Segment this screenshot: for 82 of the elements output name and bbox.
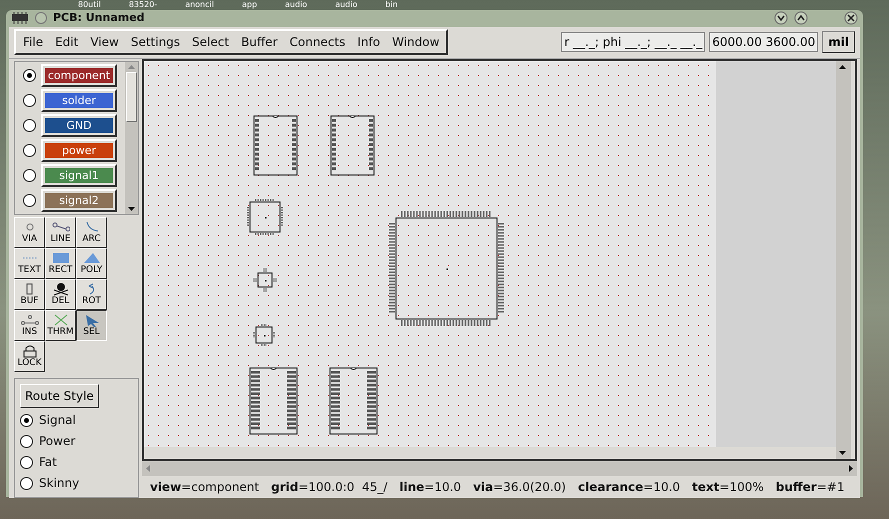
dip-footprint <box>254 115 298 175</box>
desktop-icon-label[interactable]: anoncil <box>185 0 214 9</box>
del-tool-icon <box>52 282 70 296</box>
route-style-option[interactable]: Skinny <box>39 474 80 492</box>
desktop-icon-label[interactable]: 80util <box>78 0 101 9</box>
radio-button[interactable] <box>23 118 36 132</box>
radio-button[interactable] <box>23 68 36 82</box>
status-field: line=10.0 <box>399 478 462 496</box>
desktop-icon-label[interactable]: 83520- <box>128 0 158 9</box>
qfp-footprint <box>247 198 283 234</box>
menu-item[interactable]: Window <box>387 33 444 51</box>
status-field: grid=100.0:0 45_/ <box>271 478 388 496</box>
layer-label[interactable]: GND <box>45 118 113 132</box>
tool-button[interactable]: BUF <box>14 278 45 310</box>
radio-button[interactable] <box>23 194 36 206</box>
menu-item[interactable]: File <box>18 33 48 51</box>
pcb-app-icon <box>11 12 29 24</box>
layer-label[interactable]: solder <box>45 92 113 108</box>
dip-footprint <box>330 115 374 175</box>
route-style-option[interactable]: Power <box>39 432 76 450</box>
units-button[interactable]: mil <box>822 31 855 53</box>
tool-button[interactable]: DEL <box>45 278 76 310</box>
route-style-option[interactable]: Signal <box>39 411 76 429</box>
cursor-coordinates-display: 6000.00 3600.00 <box>709 32 818 52</box>
status-field: via=36.0(20.0) <box>473 478 566 496</box>
radio-button[interactable] <box>23 144 36 156</box>
menu-item[interactable]: View <box>85 33 124 51</box>
dip-footprint <box>250 367 298 434</box>
radio-button[interactable] <box>20 456 33 468</box>
tool-button[interactable]: VIA <box>14 216 45 248</box>
line-tool-icon <box>52 220 70 234</box>
menu-item[interactable]: Edit <box>50 33 84 51</box>
tool-button[interactable]: THRM <box>45 310 76 340</box>
horizontal-scrollbar[interactable] <box>142 460 857 476</box>
ins-tool-icon <box>20 314 38 326</box>
rect-tool-icon <box>52 252 70 264</box>
route-style-button[interactable]: Route Style <box>20 384 99 408</box>
vertical-scrollbar[interactable] <box>836 60 851 458</box>
desktop-icon-label[interactable]: app <box>242 0 258 9</box>
maximize-icon[interactable] <box>794 11 808 26</box>
status-field: clearance=10.0 <box>578 478 680 496</box>
desktop-icon-label[interactable]: audio <box>335 0 358 9</box>
tool-button[interactable]: ARC <box>76 216 107 248</box>
desktop-icon-label[interactable]: audio <box>285 0 308 9</box>
radio-button[interactable] <box>23 168 36 182</box>
tool-button[interactable]: TEXT <box>14 248 45 278</box>
menu-item[interactable]: Settings <box>126 33 186 51</box>
tool-button[interactable]: LINE <box>45 216 76 248</box>
window-title: PCB: Unnamed <box>53 10 145 26</box>
radio-button[interactable] <box>20 476 33 490</box>
layer-label[interactable]: signal1 <box>45 168 113 182</box>
tool-button[interactable]: SEL <box>76 310 107 340</box>
menu-item[interactable]: Connects <box>284 33 350 51</box>
qfp-footprint <box>253 268 277 292</box>
status-field: buffer=#1 <box>776 478 844 496</box>
scrollbar-thumb[interactable] <box>126 72 137 122</box>
layer-label[interactable]: signal2 <box>45 192 113 208</box>
menu-item[interactable]: Info <box>352 33 386 51</box>
scrollbar[interactable] <box>125 62 138 214</box>
tool-button[interactable]: RECT <box>45 248 76 278</box>
qfp-footprint <box>253 324 275 346</box>
minimize-icon[interactable] <box>774 11 788 26</box>
dip-footprint <box>330 367 378 434</box>
tool-button[interactable]: ROT <box>76 278 107 310</box>
layer-label[interactable]: component <box>45 68 113 82</box>
radio-button[interactable] <box>20 434 33 448</box>
menu-item[interactable]: Select <box>187 33 234 51</box>
desktop-icon-label[interactable]: bin <box>385 0 398 9</box>
close-icon[interactable] <box>844 11 858 26</box>
radio-button[interactable] <box>20 414 33 426</box>
polar-coordinates-display: r __._; phi __._; __._ __._ <box>561 32 706 52</box>
layer-label[interactable]: power <box>45 142 113 158</box>
menu-item[interactable]: Buffer <box>236 33 282 51</box>
tool-button[interactable]: POLY <box>76 248 107 278</box>
status-field: view=component <box>150 478 260 496</box>
tool-button[interactable]: INS <box>14 310 45 340</box>
poly-tool-icon <box>82 252 100 264</box>
lock-tool-icon <box>20 344 38 358</box>
route-style-option[interactable]: Fat <box>39 453 57 471</box>
status-field: text=100% <box>692 478 764 496</box>
tool-button[interactable]: LOCK <box>14 340 45 372</box>
radio-button[interactable] <box>23 94 36 106</box>
